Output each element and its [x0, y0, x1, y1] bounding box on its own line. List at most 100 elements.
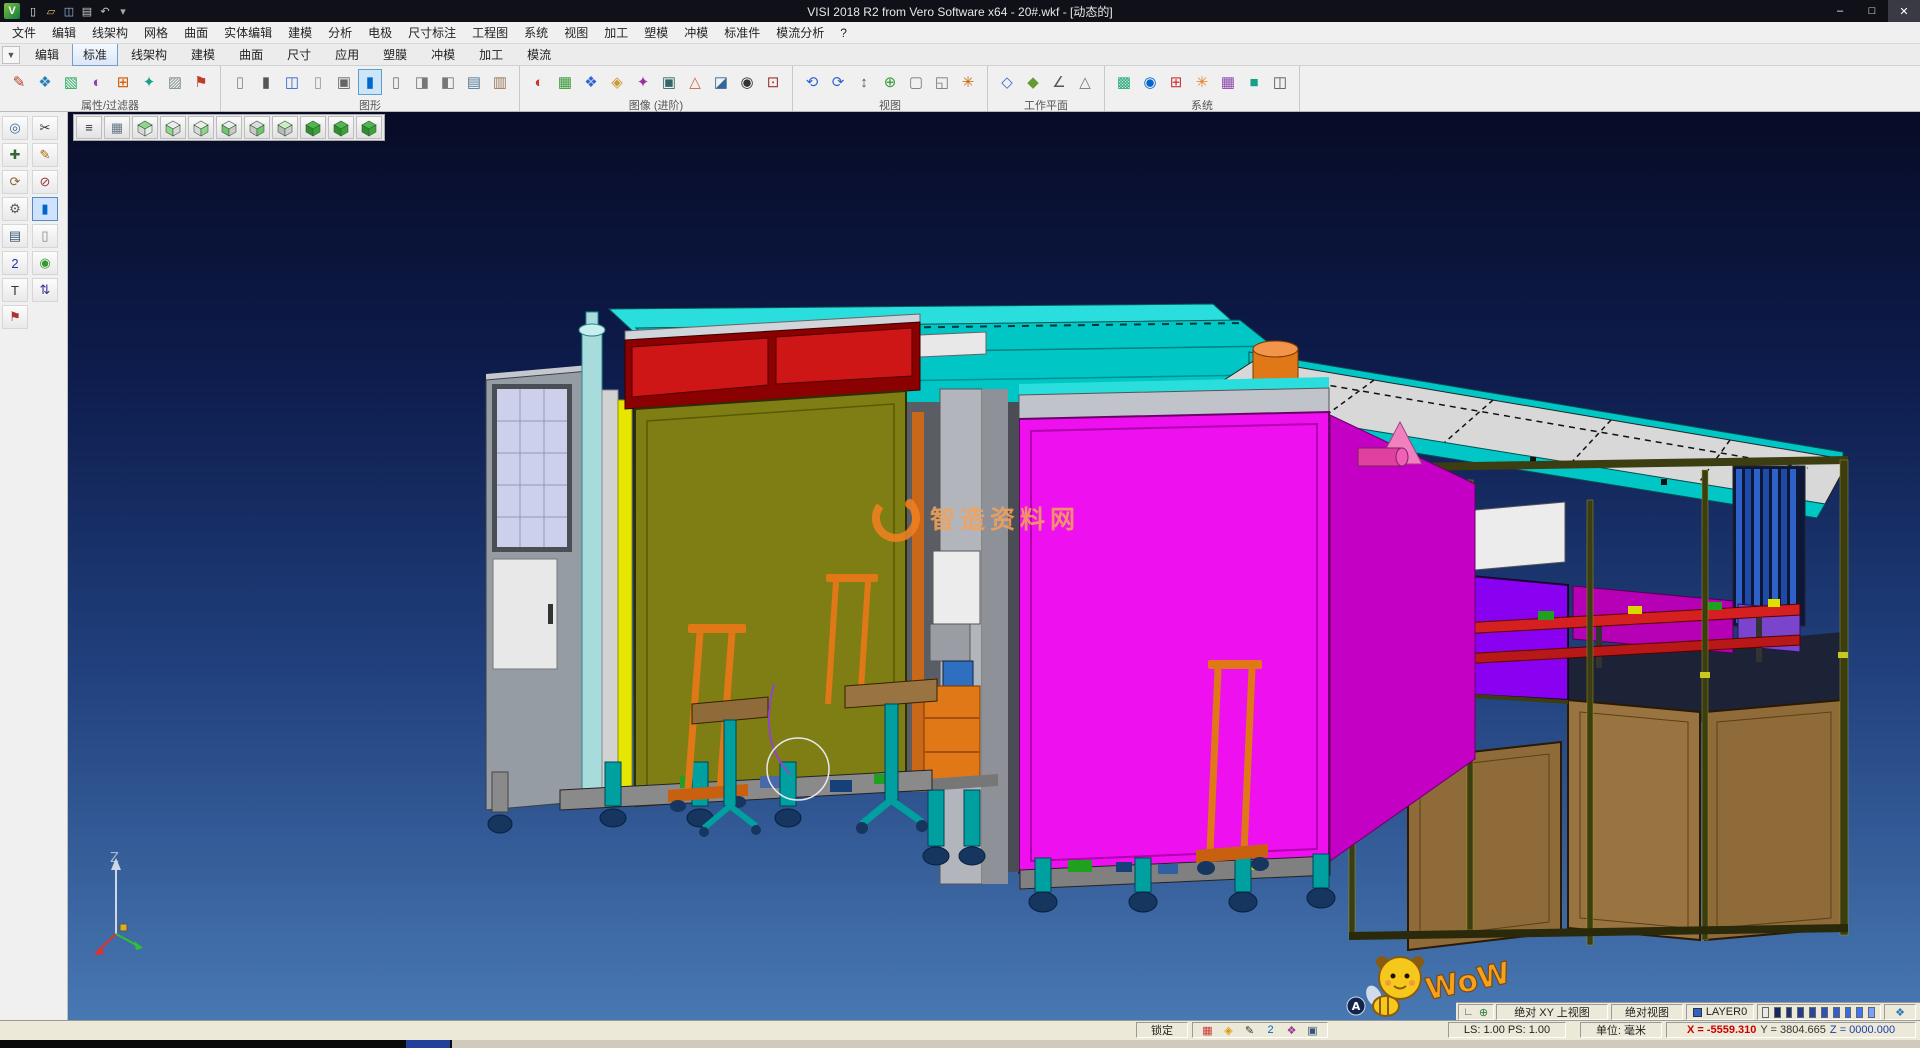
- color-swatch[interactable]: [1809, 1007, 1816, 1018]
- ribbon-tab[interactable]: 应用: [324, 43, 370, 66]
- layer-status[interactable]: LAYER0: [1686, 1004, 1754, 1020]
- rotate-tool[interactable]: ⟳: [2, 170, 28, 194]
- filter-icon[interactable]: ❖: [33, 69, 57, 95]
- snapshot-icon[interactable]: ⊡: [761, 69, 785, 95]
- color-swatch[interactable]: [1762, 1007, 1769, 1018]
- machine1-cyan-column[interactable]: [582, 330, 602, 796]
- close-button[interactable]: ✕: [1888, 0, 1920, 22]
- viewport[interactable]: ≡▦: [68, 112, 1920, 1020]
- angle-icon[interactable]: ∠: [1047, 69, 1071, 95]
- ribbon-tab[interactable]: 模流: [516, 43, 562, 66]
- palette-status-icon[interactable]: ❖: [1283, 1023, 1300, 1037]
- menu-item[interactable]: 线架构: [84, 21, 136, 44]
- half-shade-right-icon[interactable]: ◨: [410, 69, 434, 95]
- palette-icon[interactable]: ❖: [1892, 1005, 1909, 1019]
- target-icon[interactable]: ◉: [735, 69, 759, 95]
- rotate-right-icon[interactable]: ⟳: [826, 69, 850, 95]
- system-target-icon[interactable]: ◉: [1138, 69, 1162, 95]
- wireframe-view-icon[interactable]: ▯: [228, 69, 252, 95]
- grid-toggle-icon[interactable]: ▦: [1199, 1023, 1216, 1037]
- system-window-icon[interactable]: ⊞: [1164, 69, 1188, 95]
- zoom-tool[interactable]: ◎: [2, 116, 28, 140]
- solid-tool[interactable]: ▮: [32, 197, 58, 221]
- ribbon-tab[interactable]: 加工: [468, 43, 514, 66]
- render-icon[interactable]: ◐: [527, 69, 551, 95]
- system-settings-icon[interactable]: ✳: [1190, 69, 1214, 95]
- system-table-icon[interactable]: ▦: [1216, 69, 1240, 95]
- undo-icon[interactable]: ↶: [96, 2, 114, 20]
- workplane-icon[interactable]: ◇: [995, 69, 1019, 95]
- shaded-view-icon[interactable]: ▮: [254, 69, 278, 95]
- mesh-icon[interactable]: △: [683, 69, 707, 95]
- view-iso2-button[interactable]: [328, 116, 354, 139]
- menu-item[interactable]: 曲面: [176, 21, 216, 44]
- view-dynamic-button[interactable]: [356, 116, 382, 139]
- surface-tool[interactable]: ▯: [32, 224, 58, 248]
- system-grid-icon[interactable]: ▩: [1112, 69, 1136, 95]
- view-back-button[interactable]: [244, 116, 270, 139]
- blue-curtain[interactable]: [1736, 469, 1796, 623]
- machine2-door-magenta[interactable]: [1019, 412, 1329, 873]
- settings-tool[interactable]: ⚙: [2, 197, 28, 221]
- window-view-icon[interactable]: ◫: [280, 69, 304, 95]
- color-swatch[interactable]: [1868, 1007, 1875, 1018]
- menu-item[interactable]: 实体编辑: [216, 21, 280, 44]
- edit-properties-icon[interactable]: ✎: [7, 69, 31, 95]
- display-icon[interactable]: ▣: [1304, 1023, 1321, 1037]
- grid-filter-icon[interactable]: ⊞: [111, 69, 135, 95]
- ribbon-tab[interactable]: 标准: [72, 43, 118, 66]
- view-front-button[interactable]: [160, 116, 186, 139]
- swap-tool[interactable]: ⇅: [32, 278, 58, 302]
- ribbon-tab[interactable]: 尺寸: [276, 43, 322, 66]
- system-block-icon[interactable]: ■: [1242, 69, 1266, 95]
- color-filter-icon[interactable]: ◐: [85, 69, 109, 95]
- plane-triangle-icon[interactable]: △: [1073, 69, 1097, 95]
- pencil-status-icon[interactable]: ✎: [1241, 1023, 1258, 1037]
- highlight-icon[interactable]: ✦: [137, 69, 161, 95]
- menu-item[interactable]: 建模: [280, 21, 320, 44]
- point-tool[interactable]: ◉: [32, 251, 58, 275]
- workplane-solid-icon[interactable]: ◆: [1021, 69, 1045, 95]
- color-swatch[interactable]: [1821, 1007, 1828, 1018]
- scene-icon[interactable]: ▣: [657, 69, 681, 95]
- view-menu-button[interactable]: ≡: [76, 116, 102, 139]
- zoom-fit-icon[interactable]: ⊕: [878, 69, 902, 95]
- open-folder-icon[interactable]: ▱: [42, 2, 60, 20]
- menu-item[interactable]: 加工: [596, 21, 636, 44]
- pan-icon[interactable]: ↕: [852, 69, 876, 95]
- layer2-icon[interactable]: 2: [1262, 1023, 1279, 1037]
- save-icon[interactable]: ◫: [60, 2, 78, 20]
- view-iso-button[interactable]: [300, 116, 326, 139]
- ribbon-tab[interactable]: 建模: [180, 43, 226, 66]
- color-swatch[interactable]: [1786, 1007, 1793, 1018]
- ribbon-tab[interactable]: 编辑: [24, 43, 70, 66]
- rotate-left-icon[interactable]: ⟲: [800, 69, 824, 95]
- delete-tool[interactable]: ⊘: [32, 170, 58, 194]
- color-swatch[interactable]: [1833, 1007, 1840, 1018]
- hidden-line-icon[interactable]: ▯: [306, 69, 330, 95]
- new-file-icon[interactable]: ▯: [24, 2, 42, 20]
- quick-access-chevron[interactable]: ▾: [114, 2, 132, 20]
- viewport-canvas[interactable]: Z 智造资料网: [68, 112, 1920, 1020]
- flag-tool[interactable]: ⚑: [2, 305, 28, 329]
- menu-item[interactable]: 编辑: [44, 21, 84, 44]
- view-bottom-button[interactable]: [272, 116, 298, 139]
- ribbon-tab[interactable]: 塑膜: [372, 43, 418, 66]
- system-panel-icon[interactable]: ◫: [1268, 69, 1292, 95]
- rows-view-icon[interactable]: ▤: [462, 69, 486, 95]
- ribbon-tab[interactable]: 曲面: [228, 43, 274, 66]
- menu-item[interactable]: 电极: [360, 21, 400, 44]
- sketch-tool[interactable]: ✎: [32, 143, 58, 167]
- menu-item[interactable]: ?: [832, 23, 855, 43]
- print-icon[interactable]: ▤: [78, 2, 96, 20]
- minimize-button[interactable]: –: [1824, 0, 1856, 22]
- tag-icon[interactable]: ⚑: [189, 69, 213, 95]
- menu-item[interactable]: 工程图: [464, 21, 516, 44]
- color-swatch[interactable]: [1774, 1007, 1781, 1018]
- color-swatch[interactable]: [1797, 1007, 1804, 1018]
- menu-item[interactable]: 尺寸标注: [400, 21, 464, 44]
- layer-filter-icon[interactable]: ▧: [59, 69, 83, 95]
- machine1-access-panel[interactable]: [493, 559, 557, 669]
- workplane-view-button[interactable]: ▦: [104, 116, 130, 139]
- light-icon[interactable]: ✦: [631, 69, 655, 95]
